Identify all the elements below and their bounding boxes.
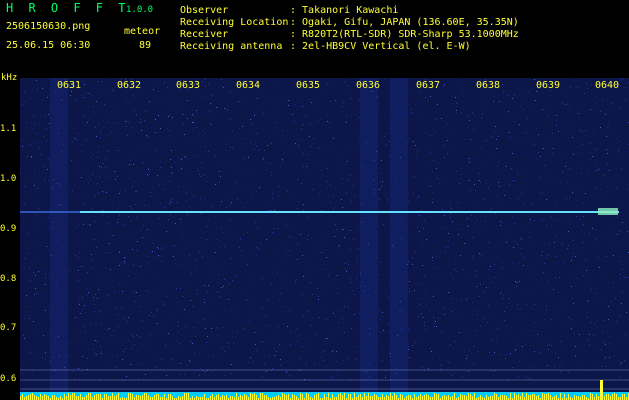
time-tick-0640: 0640 <box>595 80 620 91</box>
app-title: H R O F F T <box>6 1 130 15</box>
time-tick-0638: 0638 <box>476 80 501 91</box>
observer-label: Observer <box>180 5 229 16</box>
freq-tick-0-7: 0.7 <box>0 323 17 333</box>
receiver-value: : R820T2(RTL-SDR) SDR-Sharp 53.1000MHz <box>290 29 519 40</box>
axis-unit-label: kHz <box>1 73 18 83</box>
freq-tick-0-8: 0.8 <box>0 274 17 284</box>
time-tick-0639: 0639 <box>536 80 561 91</box>
detection-label: meteor <box>124 26 161 37</box>
antenna-label: Receiving antenna <box>180 41 283 52</box>
file-name: 2506150630.png <box>6 21 91 32</box>
time-tick-0633: 0633 <box>176 80 201 91</box>
freq-tick-0-9: 0.9 <box>0 224 17 234</box>
spectrogram-canvas <box>20 78 629 400</box>
freq-tick-0-6: 0.6 <box>0 374 17 384</box>
app-version: 1.0.0 <box>126 5 154 15</box>
time-tick-0636: 0636 <box>356 80 381 91</box>
file-datetime: 25.06.15 06:30 <box>6 40 91 51</box>
time-tick-0631: 0631 <box>57 80 82 91</box>
time-tick-0632: 0632 <box>117 80 142 91</box>
location-label: Receiving Location <box>180 17 289 28</box>
time-tick-0635: 0635 <box>296 80 321 91</box>
freq-tick-1-0: 1.0 <box>0 174 17 184</box>
receiver-label: Receiver <box>180 29 229 40</box>
header-panel: H R O F F T 1.0.0 2506150630.png 25.06.1… <box>0 0 629 78</box>
freq-tick-1-1: 1.1 <box>0 124 17 134</box>
time-tick-0637: 0637 <box>416 80 441 91</box>
observer-value: : Takanori Kawachi <box>290 5 399 16</box>
location-value: : Ogaki, Gifu, JAPAN (136.60E, 35.35N) <box>290 17 519 28</box>
detection-count: 89 <box>139 40 152 51</box>
spectrogram <box>20 78 629 400</box>
antenna-value: : 2el-HB9CV Vertical (el. E-W) <box>290 41 471 52</box>
time-tick-0634: 0634 <box>236 80 261 91</box>
